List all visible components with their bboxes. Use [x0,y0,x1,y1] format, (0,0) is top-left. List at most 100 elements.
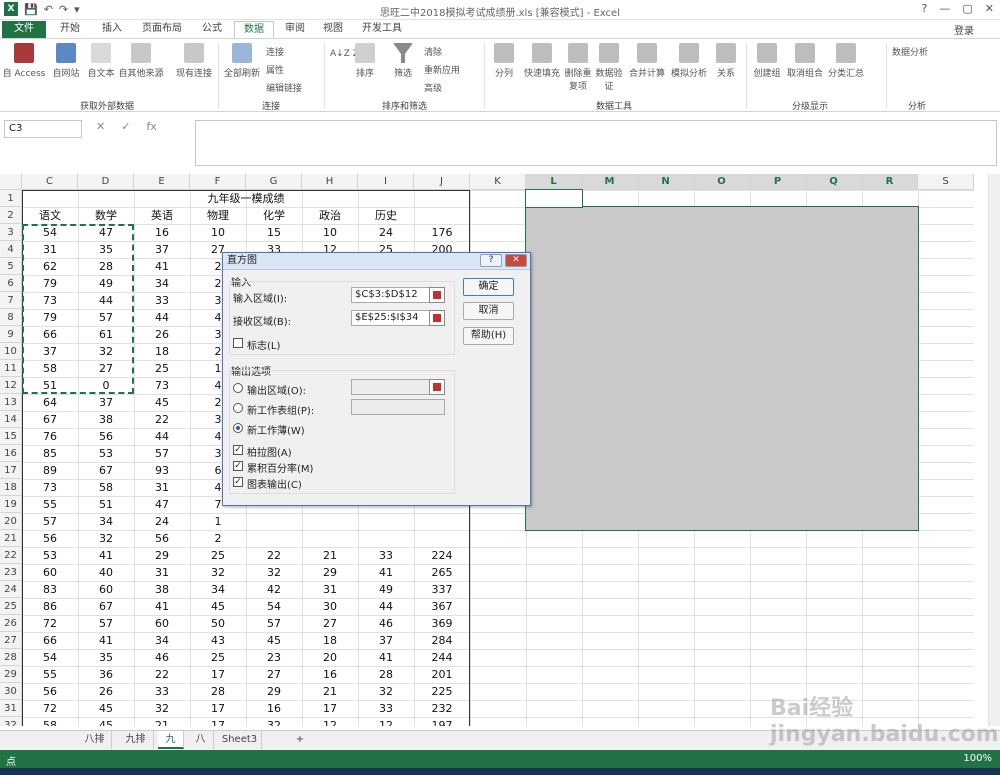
from-web-button[interactable]: 自网站 [46,43,86,79]
table-cell[interactable]: 26 [134,326,190,343]
table-cell[interactable]: 56 [22,530,78,547]
table-cell[interactable]: 57 [246,615,302,632]
table-cell[interactable]: 18 [302,632,358,649]
sheet-tab[interactable]: 八排 [78,731,112,749]
table-cell[interactable]: 369 [414,615,470,632]
table-cell[interactable]: 45 [78,700,134,717]
table-cell[interactable]: 34 [78,513,134,530]
table-cell[interactable]: 58 [78,479,134,496]
table-cell[interactable]: 93 [134,462,190,479]
selected-range[interactable] [525,206,919,531]
ungroup-button[interactable]: 取消组合 [784,43,826,79]
table-cell[interactable]: 31 [22,241,78,258]
table-cell[interactable]: 16 [302,666,358,683]
restore-button[interactable]: ▢ [962,2,972,15]
table-cell[interactable]: 53 [22,547,78,564]
table-cell[interactable]: 32 [78,530,134,547]
group-button[interactable]: 创建组 [750,43,784,79]
table-cell[interactable]: 73 [22,292,78,309]
table-cell[interactable]: 83 [22,581,78,598]
table-cell[interactable]: 232 [414,700,470,717]
table-cell[interactable]: 224 [414,547,470,564]
bin-range-picker-icon[interactable] [429,310,445,326]
table-cell[interactable]: 22 [134,411,190,428]
table-cell[interactable]: 27 [246,666,302,683]
table-cell[interactable]: 57 [78,309,134,326]
table-cell[interactable]: 17 [302,700,358,717]
table-cell[interactable]: 32 [78,343,134,360]
table-cell[interactable]: 265 [414,564,470,581]
table-cell[interactable]: 58 [22,360,78,377]
table-cell[interactable]: 25 [190,649,246,666]
data-validation-button[interactable]: 数据验证 [594,43,624,92]
new-worksheet-field[interactable] [351,399,445,415]
table-cell[interactable]: 26 [78,683,134,700]
table-cell[interactable]: 66 [22,632,78,649]
cumulative-percentage-checkbox[interactable]: ✓ [233,461,243,471]
dialog-help-button[interactable]: 帮助(H) [463,327,514,345]
table-cell[interactable]: 56 [134,530,190,547]
table-cell[interactable]: 54 [22,649,78,666]
cancel-button[interactable]: 取消 [463,302,514,320]
cancel-icon[interactable]: ✕ [96,120,105,133]
table-cell[interactable]: 76 [22,428,78,445]
table-cell[interactable]: 37 [358,632,414,649]
new-worksheet-radio[interactable] [233,403,243,413]
table-cell[interactable]: 46 [134,649,190,666]
table-cell[interactable]: 43 [190,632,246,649]
table-cell[interactable]: 284 [414,632,470,649]
output-range-field[interactable] [351,379,431,395]
table-cell[interactable]: 67 [22,411,78,428]
table-cell[interactable]: 79 [22,275,78,292]
table-cell[interactable]: 28 [190,683,246,700]
table-cell[interactable]: 64 [22,394,78,411]
table-cell[interactable]: 21 [134,717,190,726]
edit-links-button[interactable]: 编辑链接 [266,81,302,94]
table-cell[interactable]: 22 [246,547,302,564]
table-cell[interactable]: 2 [190,530,246,547]
table-cell[interactable]: 45 [190,598,246,615]
table-cell[interactable]: 44 [358,598,414,615]
table-cell[interactable]: 41 [78,632,134,649]
clear-filter-button[interactable]: 清除 [424,45,442,58]
table-cell[interactable]: 36 [78,666,134,683]
what-if-analysis-button[interactable]: 模拟分析 [668,43,710,79]
table-cell[interactable]: 41 [78,547,134,564]
table-cell[interactable]: 17 [190,717,246,726]
table-cell[interactable]: 56 [78,428,134,445]
table-cell[interactable]: 42 [246,581,302,598]
table-cell[interactable]: 44 [78,292,134,309]
table-cell[interactable]: 58 [22,717,78,726]
table-cell[interactable]: 79 [22,309,78,326]
table-cell[interactable]: 50 [190,615,246,632]
table-cell[interactable]: 45 [78,717,134,726]
table-cell[interactable]: 35 [78,241,134,258]
dialog-help-icon[interactable]: ? [480,254,502,267]
table-cell[interactable]: 32 [246,717,302,726]
table-cell[interactable]: 72 [22,700,78,717]
table-cell[interactable]: 34 [134,275,190,292]
table-cell[interactable]: 197 [414,717,470,726]
table-cell[interactable]: 41 [134,258,190,275]
bin-range-field[interactable]: $E$25:$I$34 [351,310,431,326]
table-cell[interactable]: 25 [190,547,246,564]
table-cell[interactable]: 367 [414,598,470,615]
table-cell[interactable]: 51 [22,377,78,394]
tab-data[interactable]: 数据 [234,21,274,38]
table-header-cell[interactable]: 化学 [246,207,302,224]
table-cell[interactable]: 28 [78,258,134,275]
table-cell[interactable]: 89 [22,462,78,479]
table-cell[interactable]: 31 [302,581,358,598]
connections-button[interactable]: 连接 [266,45,284,58]
table-cell[interactable]: 41 [358,564,414,581]
table-cell[interactable]: 60 [78,581,134,598]
tab-review[interactable]: 审阅 [280,21,310,38]
table-header-cell[interactable]: 历史 [358,207,414,224]
advanced-filter-button[interactable]: 高级 [424,81,442,94]
table-cell[interactable]: 32 [358,683,414,700]
table-cell[interactable]: 33 [134,683,190,700]
table-cell[interactable]: 61 [78,326,134,343]
table-cell[interactable]: 23 [246,649,302,666]
table-cell[interactable]: 60 [134,615,190,632]
table-cell[interactable]: 27 [78,360,134,377]
